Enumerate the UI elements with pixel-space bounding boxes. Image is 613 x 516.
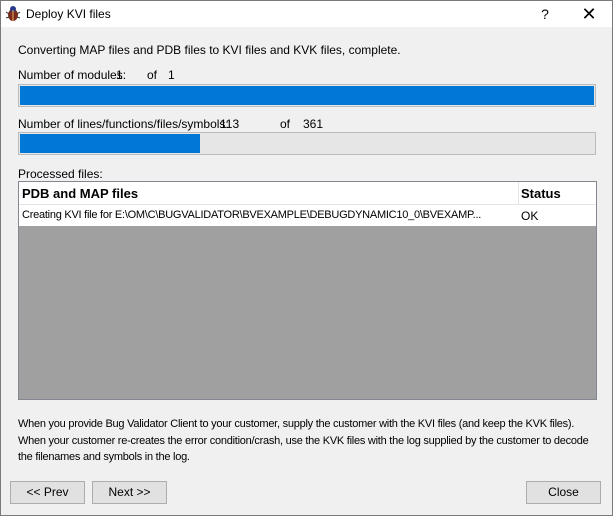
info-line-3: the filenames and symbols in the log.	[18, 451, 190, 463]
list-item[interactable]: Creating KVI file for E:\OM\C\BUGVALIDAT…	[19, 205, 596, 226]
symbols-total: 361	[303, 117, 324, 131]
close-button[interactable]: Close	[526, 481, 601, 504]
symbols-progress-fill	[20, 134, 200, 153]
bug-icon	[5, 6, 21, 21]
column-header-files[interactable]: PDB and MAP files	[22, 186, 138, 201]
modules-total: 1	[168, 68, 175, 82]
help-button[interactable]: ?	[533, 3, 557, 25]
modules-progress-bar	[18, 84, 596, 107]
modules-label: Number of modules:	[18, 68, 127, 82]
column-header-status[interactable]: Status	[521, 186, 561, 201]
list-item-file: Creating KVI file for E:\OM\C\BUGVALIDAT…	[22, 209, 482, 221]
next-button[interactable]: Next >>	[92, 481, 167, 504]
processed-files-label: Processed files:	[18, 167, 103, 181]
info-line-2: When your customer re-creates the error …	[18, 435, 589, 447]
modules-current: 1	[116, 68, 123, 82]
status-text: Converting MAP files and PDB files to KV…	[18, 43, 401, 57]
info-line-1: When you provide Bug Validator Client to…	[18, 418, 575, 430]
symbols-of: of	[280, 117, 291, 131]
prev-button[interactable]: << Prev	[10, 481, 85, 504]
list-item-status: OK	[521, 209, 539, 223]
deploy-kvi-dialog: Deploy KVI files ? ✕ Converting MAP file…	[0, 0, 613, 516]
close-window-button[interactable]: ✕	[571, 3, 607, 25]
title-bar: Deploy KVI files ? ✕	[1, 1, 612, 27]
column-divider[interactable]	[518, 182, 519, 205]
window-title: Deploy KVI files	[26, 7, 111, 21]
list-header: PDB and MAP files Status	[19, 182, 596, 205]
modules-progress-fill	[20, 86, 594, 105]
symbols-label: Number of lines/functions/files/symbols:	[18, 117, 229, 131]
symbols-progress-bar	[18, 132, 596, 155]
processed-files-list[interactable]: PDB and MAP files Status Creating KVI fi…	[18, 181, 597, 400]
modules-of: of	[147, 68, 158, 82]
symbols-current: 113	[220, 117, 240, 131]
